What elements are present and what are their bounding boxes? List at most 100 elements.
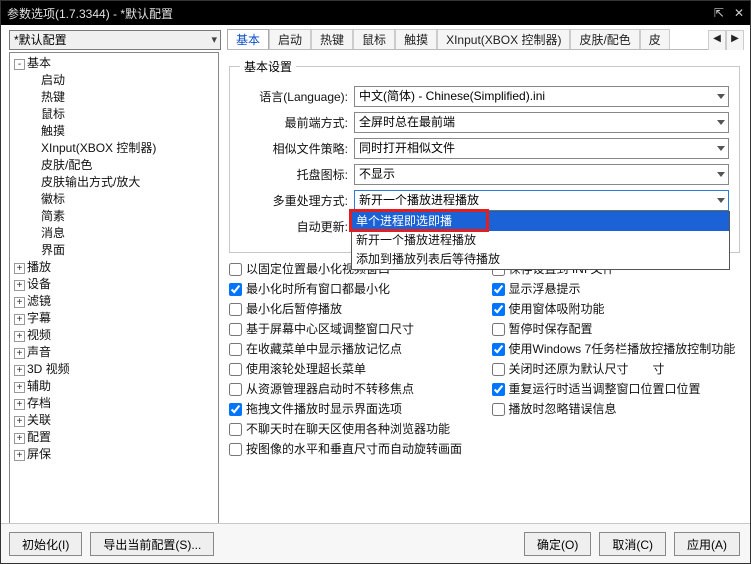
checkbox-option[interactable]: 从资源管理器启动时不转移焦点: [229, 379, 478, 399]
tree-item[interactable]: 热键: [41, 90, 65, 104]
tab-7[interactable]: 皮: [640, 29, 670, 49]
checkbox-option[interactable]: 关闭时还原为默认尺寸 寸: [492, 359, 741, 379]
tree-item[interactable]: 滤镜: [27, 294, 51, 308]
checkbox-input[interactable]: [229, 303, 242, 316]
tree-toggle[interactable]: +: [14, 399, 25, 410]
pin-icon[interactable]: ⇱: [714, 6, 724, 20]
checkbox-option[interactable]: 重复运行时适当调整窗口位置口位置: [492, 379, 741, 399]
checkbox-option[interactable]: 暂停时保存配置: [492, 319, 741, 339]
tab-scroll-left[interactable]: ◀: [708, 30, 726, 50]
tree-item[interactable]: 设备: [27, 277, 51, 291]
tree-toggle[interactable]: +: [14, 382, 25, 393]
checkbox-option[interactable]: 按图像的水平和垂直尺寸而自动旋转画面: [229, 439, 740, 459]
checkbox-input[interactable]: [229, 263, 242, 276]
checkbox-input[interactable]: [492, 343, 505, 356]
close-icon[interactable]: ✕: [734, 6, 744, 20]
checkbox-input[interactable]: [229, 343, 242, 356]
tree-item[interactable]: 存档: [27, 396, 51, 410]
tree-toggle[interactable]: +: [14, 263, 25, 274]
tree-item[interactable]: 字幕: [27, 311, 51, 325]
checkbox-option[interactable]: 使用Windows 7任务栏播放控播放控制功能: [492, 339, 741, 359]
combo-topmost[interactable]: 全屏时总在最前端: [354, 112, 729, 133]
tree-item[interactable]: 基本: [27, 56, 51, 70]
tab-6[interactable]: 皮肤/配色: [570, 29, 639, 49]
tree-toggle[interactable]: +: [14, 297, 25, 308]
tree-item[interactable]: 辅助: [27, 379, 51, 393]
init-button[interactable]: 初始化(I): [9, 532, 82, 556]
combo-similar[interactable]: 同时打开相似文件: [354, 138, 729, 159]
checkbox-input[interactable]: [229, 403, 242, 416]
checkbox-input[interactable]: [492, 283, 505, 296]
tree-toggle[interactable]: -: [14, 59, 25, 70]
combo-tray[interactable]: 不显示: [354, 164, 729, 185]
tree-toggle[interactable]: +: [14, 348, 25, 359]
tree-item[interactable]: 声音: [27, 345, 51, 359]
tree-item[interactable]: 3D 视频: [27, 362, 70, 376]
checkbox-option[interactable]: 使用窗体吸附功能: [492, 299, 741, 319]
checkbox-input[interactable]: [229, 423, 242, 436]
tree-item[interactable]: 鼠标: [41, 107, 65, 121]
tree-item[interactable]: 关联: [27, 413, 51, 427]
checkbox-option[interactable]: 不聊天时在聊天区使用各种浏览器功能: [229, 419, 740, 439]
tree-item[interactable]: 皮肤/配色: [41, 158, 92, 172]
tree-toggle[interactable]: +: [14, 280, 25, 291]
tab-2[interactable]: 热键: [311, 29, 353, 49]
basic-settings-legend: 基本设置: [240, 58, 296, 75]
checkbox-input[interactable]: [492, 383, 505, 396]
tab-scroll-right[interactable]: ▶: [726, 30, 744, 50]
tree-item[interactable]: 配置: [27, 430, 51, 444]
ok-button[interactable]: 确定(O): [524, 532, 591, 556]
cancel-button[interactable]: 取消(C): [599, 532, 666, 556]
checkbox-option[interactable]: 在收藏菜单中显示播放记忆点: [229, 339, 478, 359]
checkbox-label: 在收藏菜单中显示播放记忆点: [246, 339, 402, 359]
checkbox-option[interactable]: 播放时忽略错误信息: [492, 399, 741, 419]
dropdown-option[interactable]: 单个进程即选即播: [352, 212, 729, 231]
tab-1[interactable]: 启动: [269, 29, 311, 49]
tree-toggle[interactable]: +: [14, 433, 25, 444]
tab-4[interactable]: 触摸: [395, 29, 437, 49]
tree-item[interactable]: 触摸: [41, 124, 65, 138]
combo-multi[interactable]: 新开一个播放进程播放: [354, 190, 729, 211]
checkbox-input[interactable]: [492, 403, 505, 416]
checkbox-input[interactable]: [229, 323, 242, 336]
multi-dropdown-list[interactable]: 单个进程即选即播新开一个播放进程播放添加到播放列表后等待播放: [351, 211, 730, 270]
combo-language[interactable]: 中文(简体) - Chinese(Simplified).ini: [354, 86, 729, 107]
checkbox-input[interactable]: [229, 443, 242, 456]
tree-item[interactable]: 播放: [27, 260, 51, 274]
checkbox-input[interactable]: [492, 363, 505, 376]
tree-toggle[interactable]: +: [14, 416, 25, 427]
dropdown-option[interactable]: 添加到播放列表后等待播放: [352, 250, 729, 269]
checkbox-option[interactable]: 使用滚轮处理超长菜单: [229, 359, 478, 379]
tree-item[interactable]: XInput(XBOX 控制器): [41, 141, 156, 155]
checkbox-input[interactable]: [229, 283, 242, 296]
tree-item[interactable]: 徽标: [41, 192, 65, 206]
checkbox-option[interactable]: 拖拽文件播放时显示界面选项: [229, 399, 478, 419]
checkbox-input[interactable]: [229, 363, 242, 376]
category-tree[interactable]: -基本启动热键鼠标触摸 XInput(XBOX 控制器) 皮肤/配色皮肤输出方式/放…: [9, 52, 219, 526]
checkbox-input[interactable]: [492, 323, 505, 336]
checkbox-option[interactable]: 最小化后暂停播放: [229, 299, 478, 319]
export-button[interactable]: 导出当前配置(S)...: [90, 532, 214, 556]
tab-5[interactable]: XInput(XBOX 控制器): [437, 29, 570, 49]
tree-item[interactable]: 皮肤输出方式/放大: [41, 175, 140, 189]
tree-toggle[interactable]: +: [14, 331, 25, 342]
tree-item[interactable]: 视频: [27, 328, 51, 342]
checkbox-input[interactable]: [492, 303, 505, 316]
tree-item[interactable]: 界面: [41, 243, 65, 257]
tab-0[interactable]: 基本: [227, 29, 269, 49]
tab-3[interactable]: 鼠标: [353, 29, 395, 49]
tree-toggle[interactable]: +: [14, 314, 25, 325]
dropdown-option[interactable]: 新开一个播放进程播放: [352, 231, 729, 250]
tree-item[interactable]: 启动: [41, 73, 65, 87]
checkbox-option[interactable]: 最小化时所有窗口都最小化: [229, 279, 478, 299]
tree-toggle[interactable]: +: [14, 450, 25, 461]
tree-item[interactable]: 屏保: [27, 447, 51, 461]
checkbox-option[interactable]: 基于屏幕中心区域调整窗口尺寸: [229, 319, 478, 339]
checkbox-option[interactable]: 显示浮悬提示: [492, 279, 741, 299]
checkbox-input[interactable]: [229, 383, 242, 396]
tree-item[interactable]: 消息: [41, 226, 65, 240]
profile-select[interactable]: *默认配置: [9, 30, 221, 50]
tree-toggle[interactable]: +: [14, 365, 25, 376]
tree-item[interactable]: 简素: [41, 209, 65, 223]
apply-button[interactable]: 应用(A): [674, 532, 740, 556]
